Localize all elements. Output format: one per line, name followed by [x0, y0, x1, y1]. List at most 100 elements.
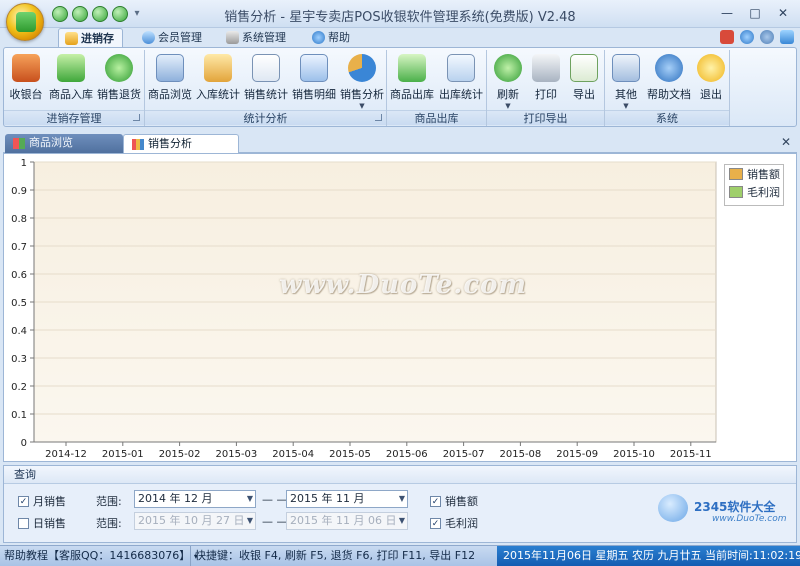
info-icon[interactable] [760, 30, 774, 44]
exit-button[interactable]: 退出 [695, 52, 727, 107]
tab-label: 会员管理 [158, 31, 202, 44]
sales-analysis-button[interactable]: 销售分析 ▼ [339, 52, 385, 110]
tab-help[interactable]: 帮助 [306, 28, 358, 48]
tab-members[interactable]: 会员管理 [136, 28, 210, 48]
x-tick-label: 2015-01 [102, 449, 144, 460]
group-statistics: 商品浏览 入库统计 销售统计 销售明细 销售分析 ▼ 统计分析 [145, 50, 387, 126]
group-label: 统计分析 [145, 110, 386, 125]
daily-sales-checkbox[interactable]: 日销售 [18, 515, 66, 531]
monthly-sales-checkbox[interactable]: ✓ 月销售 [18, 493, 66, 509]
dialog-launcher-icon[interactable] [375, 114, 382, 121]
group-print-export: 刷新 ▼ 打印 导出 打印导出 [487, 50, 605, 126]
close-button[interactable]: ✕ [772, 4, 794, 22]
button-label: 打印 [535, 88, 557, 101]
group-system: 其他 ▼ 帮助文档 退出 系统 [605, 50, 730, 126]
button-label: 其他 [615, 88, 637, 101]
close-tab-icon[interactable]: ✕ [781, 135, 791, 149]
checkbox-box[interactable]: ✓ [18, 495, 29, 507]
ribbon-tabs: 进销存 会员管理 系统管理 帮助 [0, 28, 800, 48]
checkbox-box[interactable]: ✓ [430, 517, 441, 529]
range-label: 范围: [96, 495, 122, 508]
brand-site: www.DuoTe.com [712, 514, 787, 524]
y-tick-label: 0.6 [11, 270, 27, 281]
dialog-launcher-icon[interactable] [133, 114, 140, 121]
select-value: 2015 年 10 月 27 日 [138, 514, 245, 527]
stock-out-stats-button[interactable]: 出库统计 [437, 52, 485, 107]
printer-icon [532, 54, 560, 82]
help-docs-button[interactable]: 帮助文档 [645, 52, 693, 107]
y-tick-label: 0.3 [11, 354, 27, 365]
select-value: 2014 年 12 月 [138, 492, 213, 505]
sales-stats-button[interactable]: 销售统计 [243, 52, 289, 107]
legend-label: 毛利润 [747, 186, 780, 199]
maximize-button[interactable]: □ [744, 4, 766, 22]
stock-out-button[interactable]: 商品出库 [389, 52, 435, 107]
shortcuts-text: 快捷键：收银 F4, 刷新 F5, 退货 F6, 打印 F11, 导出 F12 [190, 546, 475, 566]
y-tick-label: 0.8 [11, 214, 27, 225]
tools-tab-icon [226, 31, 239, 44]
brand-text: 2345软件大全 [694, 500, 776, 514]
product-browse-button[interactable]: 商品浏览 [147, 52, 193, 107]
style-icon[interactable] [780, 30, 794, 44]
doc-tab-product-browse[interactable]: 商品浏览 [5, 134, 123, 154]
sales-amount-checkbox[interactable]: ✓ 销售额 [430, 493, 478, 509]
checklist-icon [447, 54, 475, 82]
doc-tab-sales-analysis[interactable]: 销售分析 [123, 134, 239, 154]
members-tab-icon [142, 31, 155, 44]
refresh-icon [494, 54, 522, 82]
grid-tab-icon [13, 138, 25, 149]
app-menu-orb[interactable] [6, 3, 44, 41]
cash-register-icon [12, 54, 40, 82]
help-icon [655, 54, 683, 82]
boxes-icon [204, 54, 232, 82]
ribbon-right-icons [720, 30, 794, 44]
minimize-button[interactable]: — [716, 4, 738, 22]
tab-label: 销售分析 [148, 137, 192, 150]
sales-detail-button[interactable]: 销售明细 [291, 52, 337, 107]
x-tick-label: 2015-06 [386, 449, 428, 460]
help-status-dropdown[interactable]: 帮助教程【客服QQ：1416683076】 ▾ [4, 546, 198, 566]
sales-return-button[interactable]: 销售退货 [96, 52, 142, 107]
tab-label: 系统管理 [242, 31, 286, 44]
legend-item-profit: 毛利润 [725, 183, 783, 201]
group-stock-out: 商品出库 出库统计 商品出库 [387, 50, 487, 126]
x-tick-label: 2015-08 [500, 449, 542, 460]
gross-profit-checkbox[interactable]: ✓ 毛利润 [430, 515, 478, 531]
legend-item-sales: 销售额 [725, 165, 783, 183]
export-button[interactable]: 导出 [567, 52, 601, 107]
button-label: 商品浏览 [148, 88, 192, 101]
watermark: www.DuoTe.com [279, 270, 528, 300]
inventory-tab-icon [65, 32, 78, 45]
refresh-button[interactable]: 刷新 ▼ [491, 52, 525, 110]
export-icon [570, 54, 598, 82]
help-icon[interactable] [740, 30, 754, 44]
dropdown-arrow-icon: ▼ [359, 102, 365, 110]
cart-icon[interactable] [720, 30, 734, 44]
y-tick-label: 0.2 [11, 382, 27, 393]
checkbox-box[interactable]: ✓ [430, 495, 441, 507]
checkbox-label: 毛利润 [445, 517, 478, 530]
month-to-select[interactable]: 2015 年 11 月 ▼ [286, 490, 408, 508]
detail-list-icon [300, 54, 328, 82]
tab-inventory[interactable]: 进销存 [58, 28, 123, 48]
button-label: 导出 [573, 88, 595, 101]
legend-swatch [729, 168, 743, 180]
month-from-select[interactable]: 2014 年 12 月 ▼ [134, 490, 256, 508]
return-arrow-icon [105, 54, 133, 82]
button-label: 商品入库 [49, 88, 93, 101]
x-tick-label: 2015-10 [613, 449, 655, 460]
range-label: 范围: [96, 517, 122, 530]
chevron-down-icon: ▼ [398, 494, 405, 503]
print-button[interactable]: 打印 [529, 52, 563, 107]
stock-in-stats-button[interactable]: 入库统计 [195, 52, 241, 107]
stock-in-button[interactable]: 商品入库 [48, 52, 94, 107]
button-label: 销售明细 [292, 88, 336, 101]
cashier-button[interactable]: 收银台 [6, 52, 46, 107]
checkbox-box[interactable] [18, 517, 29, 529]
document-tabs: 商品浏览 销售分析 ✕ [3, 132, 797, 154]
other-button[interactable]: 其他 ▼ [609, 52, 643, 110]
x-tick-label: 2015-03 [216, 449, 258, 460]
y-tick-label: 0.7 [11, 242, 27, 253]
tab-system[interactable]: 系统管理 [220, 28, 294, 48]
day-from-select: 2015 年 10 月 27 日 ▼ [134, 512, 256, 530]
